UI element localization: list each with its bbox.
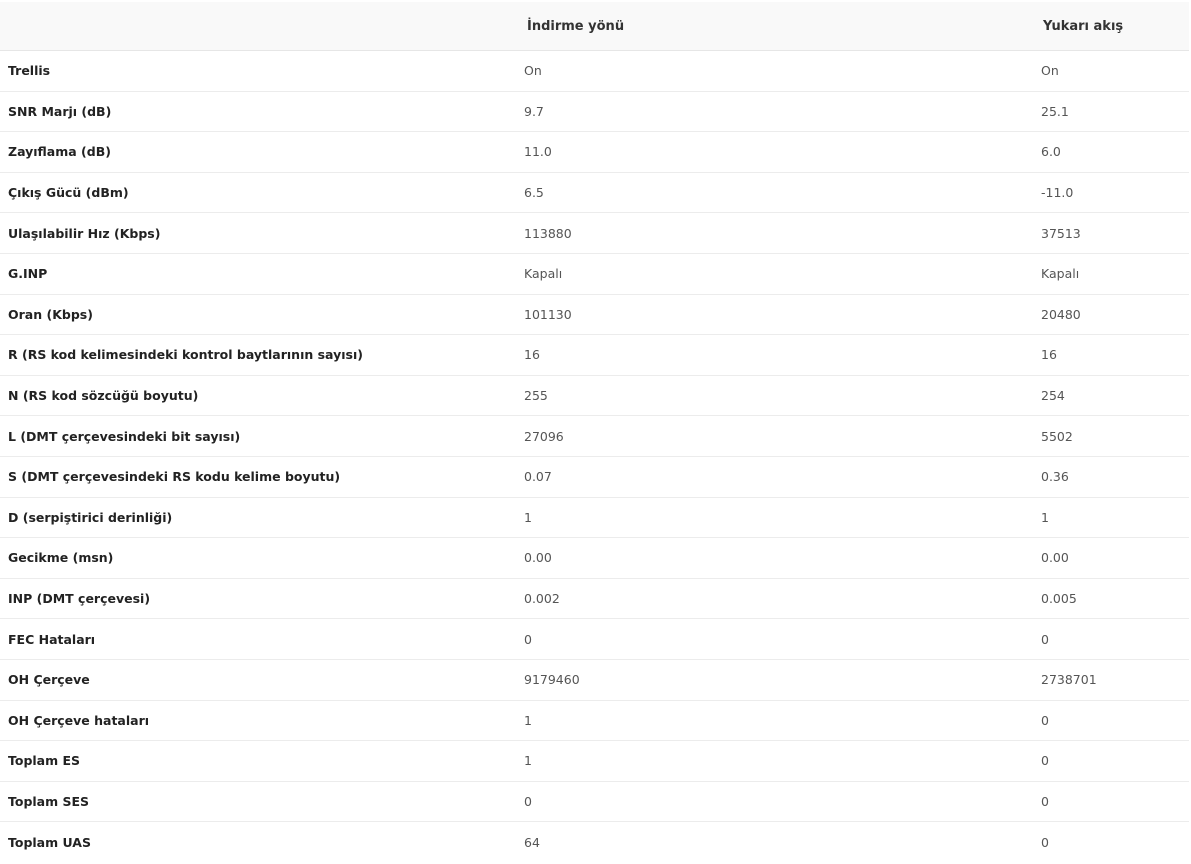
table-row: L (DMT çerçevesindeki bit sayısı) 27096 55… (0, 416, 1189, 457)
row-upstream-value: 37513 (1041, 225, 1081, 241)
row-upstream-value: 20480 (1041, 306, 1081, 322)
row-upstream-value: Kapalı (1041, 266, 1080, 282)
row-upstream-value: -11.0 (1041, 185, 1074, 201)
row-downstream-value: Kapalı (524, 266, 563, 282)
row-label: N (RS kod sözcüğü boyutu) (8, 388, 199, 404)
row-upstream-value: 2738701 (1041, 672, 1097, 688)
row-upstream-value: 0 (1041, 835, 1049, 851)
row-label: Toplam SES (8, 793, 90, 809)
row-downstream-value: 255 (524, 388, 548, 404)
row-label: FEC Hataları (8, 631, 96, 647)
row-label: D (serpiştirici derinliği) (8, 509, 173, 525)
table-body: Trellis On On SNR Marjı (dB) 9.7 25.1 Zayıflam… (0, 51, 1189, 863)
table-row: Toplam ES 1 0 (0, 741, 1189, 782)
table-row: G.INP Kapalı Kapalı (0, 253, 1189, 295)
row-downstream-value: 9179460 (524, 672, 580, 688)
table-row: Zayıflama (dB) 11.0 6.0 (0, 132, 1189, 173)
row-upstream-value: On (1041, 63, 1059, 79)
table-row: Toplam UAS 64 0 (0, 822, 1189, 863)
table-row: Trellis On On (0, 51, 1189, 92)
row-label: L (DMT çerçevesindeki bit sayısı) (8, 428, 241, 444)
table-row: SNR Marjı (dB) 9.7 25.1 (0, 91, 1189, 133)
row-upstream-value: 0.36 (1041, 469, 1069, 485)
row-label: Zayıflama (dB) (8, 144, 111, 160)
row-downstream-value: 16 (524, 347, 540, 363)
table-row: Çıkış Gücü (dBm) 6.5 -11.0 (0, 172, 1189, 214)
row-downstream-value: 101130 (524, 306, 572, 322)
table-row: Oran (Kbps) 101130 20480 (0, 294, 1189, 336)
table-row: R (RS kod kelimesindeki kontrol baytları… (0, 335, 1189, 376)
table-row: Toplam SES 0 0 (0, 781, 1189, 823)
row-label: OH Çerçeve (8, 672, 90, 688)
row-downstream-value: 1 (524, 509, 532, 525)
table-row: Ulaşılabilir Hız (Kbps) 113880 37513 (0, 213, 1189, 254)
row-downstream-value: 1 (524, 712, 532, 728)
row-downstream-value: 113880 (524, 225, 572, 241)
row-label: G.INP (8, 266, 48, 282)
row-upstream-value: 0 (1041, 753, 1049, 769)
row-upstream-value: 0.005 (1041, 591, 1077, 607)
row-label: SNR Marjı (dB) (8, 103, 112, 119)
table-row: INP (DMT çerçevesi) 0.002 0.005 (0, 578, 1189, 620)
row-upstream-value: 0.00 (1041, 550, 1069, 566)
row-upstream-value: 0 (1041, 631, 1049, 647)
header-upstream: Yukarı akış (1043, 18, 1124, 34)
row-upstream-value: 0 (1041, 712, 1049, 728)
row-label: OH Çerçeve hataları (8, 712, 150, 728)
row-label: Toplam ES (8, 753, 81, 769)
row-label: INP (DMT çerçevesi) (8, 591, 151, 607)
row-label: Ulaşılabilir Hız (Kbps) (8, 225, 161, 241)
row-label: R (RS kod kelimesindeki kontrol baytları… (8, 347, 363, 363)
table-row: OH Çerçeve 9179460 2738701 (0, 659, 1189, 701)
row-upstream-value: 254 (1041, 388, 1065, 404)
row-label: Gecikme (msn) (8, 550, 114, 566)
row-label: S (DMT çerçevesindeki RS kodu kelime boy… (8, 469, 341, 485)
row-downstream-value: On (524, 63, 542, 79)
row-label: Trellis (8, 63, 51, 79)
row-downstream-value: 0.002 (524, 591, 560, 607)
row-downstream-value: 1 (524, 753, 532, 769)
row-upstream-value: 25.1 (1041, 103, 1069, 119)
row-downstream-value: 9.7 (524, 103, 544, 119)
row-downstream-value: 0.00 (524, 550, 552, 566)
row-label: Toplam UAS (8, 835, 91, 851)
row-upstream-value: 1 (1041, 509, 1049, 525)
row-downstream-value: 11.0 (524, 144, 552, 160)
table-row: OH Çerçeve hataları 1 0 (0, 700, 1189, 742)
table-row: Gecikme (msn) 0.00 0.00 (0, 538, 1189, 579)
row-downstream-value: 0.07 (524, 469, 552, 485)
table-row: N (RS kod sözcüğü boyutu) 255 254 (0, 375, 1189, 417)
row-label: Oran (Kbps) (8, 306, 93, 322)
header-downstream: İndirme yönü (527, 18, 625, 34)
row-label: Çıkış Gücü (dBm) (8, 185, 129, 201)
row-downstream-value: 0 (524, 631, 532, 647)
row-downstream-value: 64 (524, 835, 540, 851)
row-upstream-value: 5502 (1041, 428, 1073, 444)
row-downstream-value: 27096 (524, 428, 564, 444)
table-row: FEC Hataları 0 0 (0, 619, 1189, 660)
dsl-statistics-table: İndirme yönü Yukarı akış Trellis On On SNR … (0, 2, 1189, 863)
row-downstream-value: 6.5 (524, 185, 544, 201)
table-row: D (serpiştirici derinliği) 1 1 (0, 497, 1189, 539)
row-upstream-value: 0 (1041, 793, 1049, 809)
row-downstream-value: 0 (524, 793, 532, 809)
row-upstream-value: 6.0 (1041, 144, 1061, 160)
row-upstream-value: 16 (1041, 347, 1057, 363)
table-header: İndirme yönü Yukarı akış (0, 2, 1189, 51)
table-row: S (DMT çerçevesindeki RS kodu kelime boy… (0, 456, 1189, 498)
